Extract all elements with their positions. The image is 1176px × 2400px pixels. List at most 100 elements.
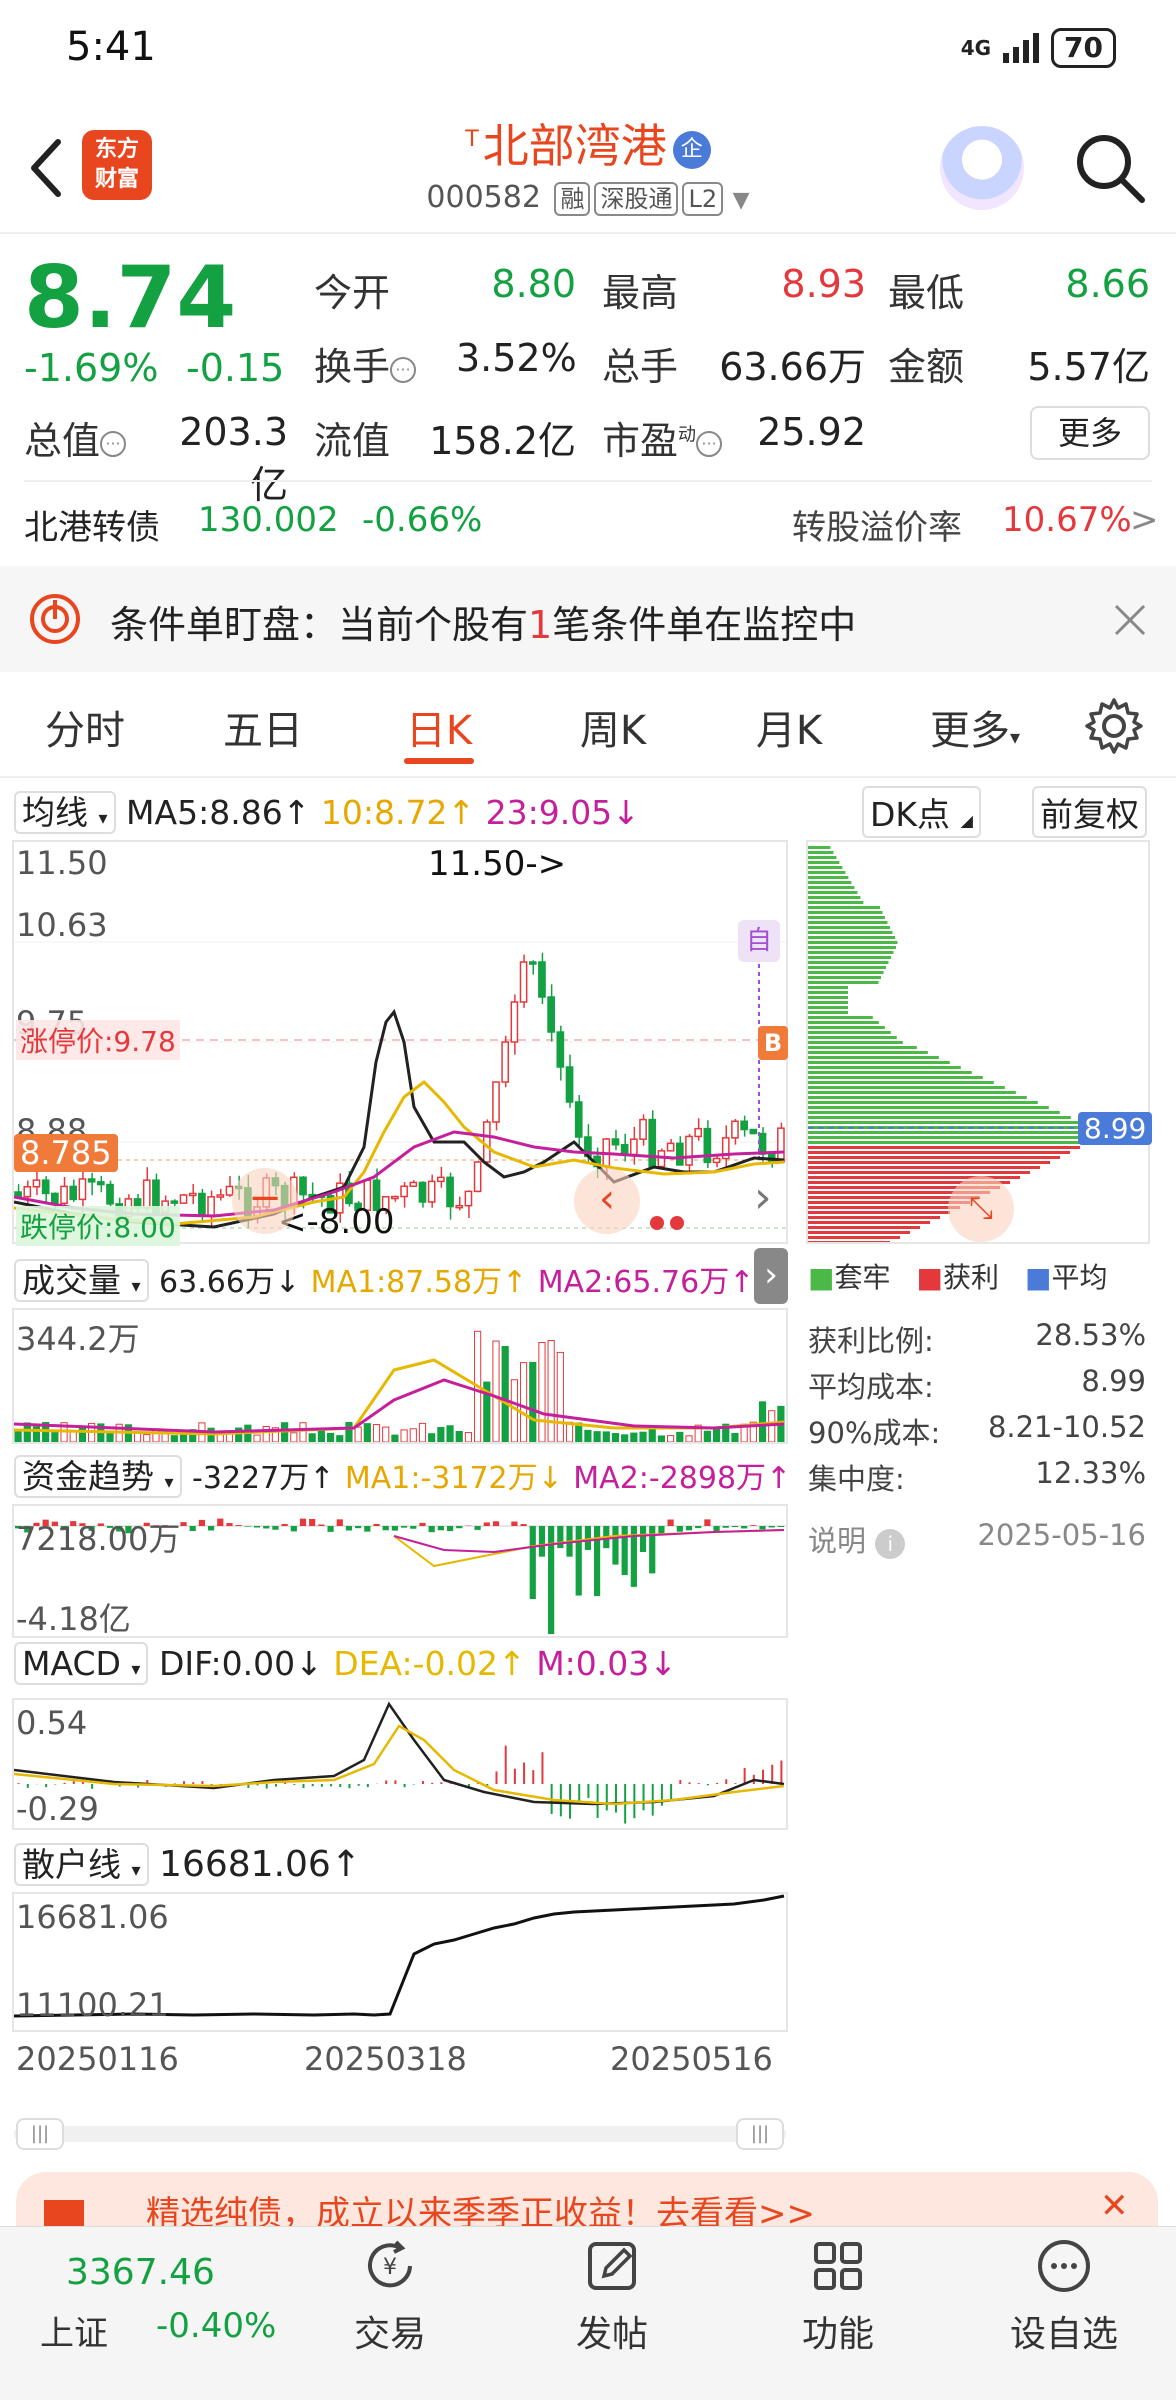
gear-icon[interactable]	[1084, 696, 1144, 756]
tab-weekly-k[interactable]: 周K	[548, 698, 678, 756]
fund-bar	[685, 1526, 693, 1531]
fund-panel[interactable]: 7218.00万 -4.18亿	[12, 1504, 788, 1638]
fund-bar	[318, 1524, 325, 1526]
range-scrollbar[interactable]	[14, 2126, 786, 2142]
chip-bar	[808, 1161, 1050, 1164]
nav-post[interactable]: 发帖	[552, 2236, 672, 2357]
chip-bar	[808, 1041, 903, 1044]
candle-body	[400, 1185, 408, 1198]
kline-panel[interactable]: 11.50 10.63 9.75 8.88 涨停价:9.78 8.785 跌停价…	[12, 840, 788, 1246]
fund-bar	[529, 1526, 536, 1600]
panel-toggle-icon[interactable]: ›	[754, 1248, 788, 1304]
close-icon[interactable]	[1110, 600, 1150, 640]
range-handle-left[interactable]: |||	[16, 2118, 64, 2150]
index-name[interactable]: 上证	[40, 2306, 108, 2355]
candle-body	[106, 1183, 114, 1205]
chip-bar	[808, 946, 896, 949]
candle-body	[611, 1138, 620, 1146]
chip-bar	[808, 1046, 917, 1049]
chip-bar	[808, 881, 852, 884]
volume-bar	[400, 1429, 408, 1443]
macd-panel[interactable]: 0.54 -0.29	[12, 1698, 788, 1830]
info-icon: ···	[100, 430, 127, 457]
chip-row-label: 平均成本:	[808, 1370, 934, 1404]
nav-trade[interactable]: ¥ 交易	[330, 2236, 450, 2357]
macd-chart	[13, 1701, 785, 1824]
zoom-out-button[interactable]: −	[232, 1168, 298, 1234]
y-label-2: 10.63	[16, 906, 108, 944]
volume-bar	[170, 1435, 178, 1443]
range-handle-right[interactable]: |||	[736, 2118, 784, 2150]
market-cap-label: 总值 ···	[24, 410, 127, 465]
fund-bar	[538, 1526, 546, 1557]
divider	[0, 232, 1176, 234]
index-pct: -0.40%	[156, 2306, 277, 2346]
nav-functions[interactable]: 功能	[778, 2236, 898, 2357]
retail-select[interactable]: 散户线 ▾	[14, 1843, 149, 1886]
macd-select[interactable]: MACD ▾	[14, 1642, 149, 1685]
tab-monthly-k[interactable]: 月K	[724, 698, 854, 756]
dk-point-select[interactable]: DK点 ◢	[862, 786, 981, 838]
ma10-value: 10:8.72↑	[320, 793, 476, 832]
chip-bar	[808, 996, 848, 999]
assistant-avatar[interactable]	[940, 126, 1024, 210]
more-button[interactable]: 更多	[1030, 406, 1150, 460]
fund-bar	[189, 1526, 196, 1531]
tag-connect: 深股通	[594, 182, 679, 216]
expand-icon[interactable]: ⤡	[948, 1176, 1014, 1242]
ad-close-icon[interactable]: ✕	[1100, 2186, 1129, 2226]
tab-intraday[interactable]: 分时	[20, 698, 150, 756]
yen-cycle-icon: ¥	[368, 2240, 412, 2288]
candle-body	[740, 1120, 748, 1131]
chip-note[interactable]: 说明 i	[808, 1518, 906, 1560]
chip-bar	[808, 1156, 1060, 1159]
fund-bar	[345, 1526, 353, 1531]
tab-five-day[interactable]: 五日	[198, 698, 328, 756]
chip-distribution-panel[interactable]: 8.99 ⤡	[806, 840, 1153, 1244]
macd-m: M:0.03↓	[536, 1644, 677, 1683]
chip-bar	[808, 906, 880, 909]
fund-bar	[263, 1526, 270, 1529]
fund-bar	[299, 1518, 307, 1526]
ma5-value: MA5:8.86↑	[126, 793, 311, 832]
volume-bar	[253, 1434, 261, 1443]
candle-body	[694, 1127, 703, 1138]
fund-bar	[373, 1523, 380, 1526]
chip-row-value: 8.21-10.52	[987, 1410, 1146, 1444]
index-value[interactable]: 3367.46	[66, 2252, 215, 2293]
fund-select[interactable]: 资金趋势 ▾	[14, 1455, 182, 1498]
chevron-right-icon[interactable]: >	[1130, 500, 1159, 540]
candle-body	[648, 1118, 657, 1168]
fund-bar	[704, 1519, 711, 1526]
next-arrow-icon[interactable]: ›	[754, 1172, 794, 1232]
nav-add-watchlist[interactable]: 设自选	[1004, 2236, 1124, 2357]
ma-select[interactable]: 均线 ▾	[14, 791, 116, 834]
date-mid: 20250318	[304, 2040, 467, 2078]
prev-arrow-icon[interactable]: ‹	[574, 1168, 640, 1234]
bond-name[interactable]: 北港转债	[24, 500, 160, 549]
candle-body	[492, 1081, 500, 1123]
candle-body	[473, 1161, 482, 1193]
tab-daily-k[interactable]: 日K	[374, 698, 504, 756]
pe-label: 市盈动 ···	[602, 410, 723, 465]
fund-bar	[198, 1519, 205, 1526]
ad-banner[interactable]: 精选纯债，成立以来季季正收益！去看看>> ✕	[16, 2172, 1158, 2232]
volume-ma2-line	[13, 1378, 785, 1434]
search-icon[interactable]	[1070, 128, 1150, 208]
volume-bar	[363, 1423, 371, 1443]
candle-body	[574, 1101, 583, 1138]
chip-bar	[808, 921, 888, 924]
divider	[24, 480, 1152, 482]
volume-select[interactable]: 成交量 ▾	[14, 1259, 149, 1302]
legend-average: ■平均	[1024, 1261, 1108, 1294]
fund-bar	[401, 1526, 408, 1528]
chip-bar	[808, 986, 848, 989]
adjust-select[interactable]: 前复权	[1032, 786, 1147, 838]
fund-bar	[474, 1526, 481, 1530]
retail-panel[interactable]: 16681.06 11100.21	[12, 1892, 788, 2032]
tab-more[interactable]: 更多▾	[910, 698, 1040, 756]
candle-body	[538, 961, 546, 998]
fund-bar	[272, 1526, 279, 1530]
candle-body	[437, 1176, 445, 1183]
volume-panel[interactable]: 344.2万	[12, 1308, 788, 1444]
